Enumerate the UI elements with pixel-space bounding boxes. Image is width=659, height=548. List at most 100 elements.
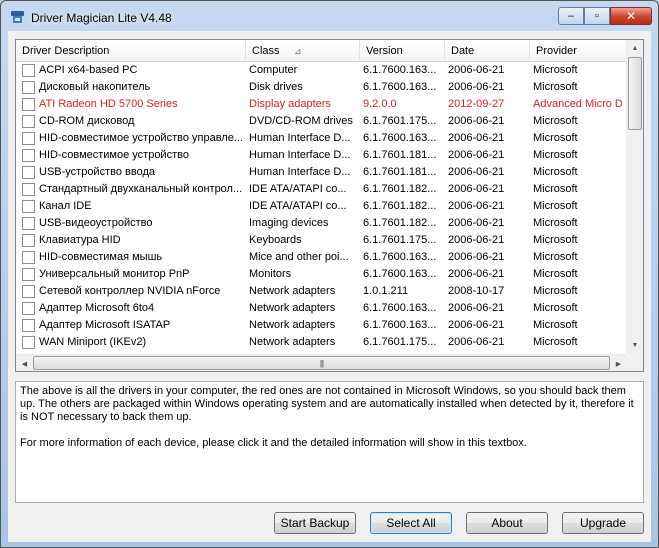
info-paragraph-2: For more information of each device, ple…	[20, 437, 527, 449]
list-rows: ACPI x64-based PC Computer 6.1.7600.163...…	[16, 62, 627, 351]
row-checkbox[interactable]	[22, 336, 35, 349]
row-checkbox[interactable]	[22, 251, 35, 264]
column-label: Date	[451, 45, 475, 57]
row-checkbox[interactable]	[22, 200, 35, 213]
cell-class: Network adapters	[249, 319, 336, 331]
scroll-left-icon[interactable]: ◀	[16, 355, 33, 371]
cell-date: 2006-06-21	[448, 200, 505, 212]
column-label: Version	[366, 45, 403, 57]
table-row[interactable]: Стандартный двухканальный контрол... IDE …	[16, 181, 627, 198]
cell-description: ACPI x64-based PC	[16, 62, 246, 79]
column-label: Provider	[536, 45, 577, 57]
row-checkbox[interactable]	[22, 149, 35, 162]
cell-class: Network adapters	[249, 285, 336, 297]
cell-class: IDE ATA/ATAPI co...	[249, 183, 347, 195]
column-label: Driver Description	[22, 45, 110, 57]
driver-description: Стандартный двухканальный контрол...	[39, 183, 243, 195]
table-row[interactable]: Сетевой контроллер NVIDIA nForce Network …	[16, 283, 627, 300]
cell-class: Human Interface D...	[249, 132, 351, 144]
driver-description: WAN Miniport (IKEv2)	[39, 336, 147, 348]
table-row[interactable]: Адаптер Microsoft 6to4 Network adapters 6.…	[16, 300, 627, 317]
horizontal-scrollbar[interactable]: ◀ ||| ▶	[16, 354, 627, 371]
scroll-down-icon[interactable]: ▼	[627, 337, 643, 354]
close-button[interactable]: ✕	[610, 7, 652, 25]
driver-description: Адаптер Microsoft 6to4	[39, 302, 155, 314]
cell-provider: Microsoft	[533, 217, 578, 229]
cell-date: 2006-06-21	[448, 336, 505, 348]
row-checkbox[interactable]	[22, 81, 35, 94]
cell-class: Keyboards	[249, 234, 302, 246]
scroll-up-icon[interactable]: ▲	[627, 40, 643, 57]
table-row[interactable]: ACPI x64-based PC Computer 6.1.7600.163...…	[16, 62, 627, 79]
cell-version: 6.1.7601.175...	[363, 115, 437, 127]
sort-arrow-icon: ⊿	[294, 46, 302, 56]
cell-class: Network adapters	[249, 336, 336, 348]
cell-description: Адаптер Microsoft 6to4	[16, 300, 246, 317]
start-backup-button[interactable]: Start Backup	[274, 512, 356, 534]
maximize-button[interactable]: ▫	[584, 7, 610, 25]
row-checkbox[interactable]	[22, 183, 35, 196]
cell-description: HID-совместимое устройство управле...	[16, 130, 246, 147]
column-date[interactable]: Date	[445, 40, 530, 62]
table-row[interactable]: Клавиатура HID Keyboards 6.1.7601.175... 20…	[16, 232, 627, 249]
column-driver-description[interactable]: Driver Description	[16, 40, 246, 62]
column-class[interactable]: Class ⊿	[246, 40, 360, 62]
select-all-button[interactable]: Select All	[370, 512, 452, 534]
row-checkbox[interactable]	[22, 302, 35, 315]
list-header: Driver Description Class ⊿ Version Date P…	[16, 40, 627, 62]
driver-description: Адаптер Microsoft ISATAP	[39, 319, 171, 331]
table-row[interactable]: Канал IDE IDE ATA/ATAPI co... 6.1.7601.182…	[16, 198, 627, 215]
row-checkbox[interactable]	[22, 285, 35, 298]
row-checkbox[interactable]	[22, 319, 35, 332]
row-checkbox[interactable]	[22, 115, 35, 128]
row-checkbox[interactable]	[22, 234, 35, 247]
table-row[interactable]: HID-совместимое устройство Human Interfac…	[16, 147, 627, 164]
table-row[interactable]: HID-совместимое устройство управле... Hum…	[16, 130, 627, 147]
cell-description: Адаптер Microsoft ISATAP	[16, 317, 246, 334]
row-checkbox[interactable]	[22, 98, 35, 111]
column-provider[interactable]: Provider	[530, 40, 627, 62]
row-checkbox[interactable]	[22, 268, 35, 281]
cell-description: Канал IDE	[16, 198, 246, 215]
row-checkbox[interactable]	[22, 132, 35, 145]
row-checkbox[interactable]	[22, 217, 35, 230]
about-button[interactable]: About	[466, 512, 548, 534]
table-row[interactable]: Адаптер Microsoft ISATAP Network adapters…	[16, 317, 627, 334]
scroll-right-icon[interactable]: ▶	[610, 355, 627, 371]
cell-provider: Microsoft	[533, 149, 578, 161]
upgrade-button[interactable]: Upgrade	[562, 512, 644, 534]
maximize-icon: ▫	[595, 10, 599, 22]
minimize-button[interactable]: –	[558, 7, 584, 25]
scrollbar-corner	[626, 354, 643, 371]
row-checkbox[interactable]	[22, 64, 35, 77]
row-checkbox[interactable]	[22, 166, 35, 179]
cell-description: Универсальный монитор PnP	[16, 266, 246, 283]
info-textbox[interactable]: The above is all the drivers in your com…	[15, 381, 644, 503]
table-row[interactable]: CD-ROM дисковод DVD/CD-ROM drives 6.1.7601…	[16, 113, 627, 130]
cell-class: Display adapters	[249, 98, 331, 110]
vertical-scrollbar[interactable]: ▲ ▼	[626, 40, 643, 354]
table-row[interactable]: USB-видеоустройство Imaging devices 6.1.76…	[16, 215, 627, 232]
column-version[interactable]: Version	[360, 40, 445, 62]
cell-description: ATI Radeon HD 5700 Series	[16, 96, 246, 113]
table-row[interactable]: HID-совместимая мышь Mice and other poi..…	[16, 249, 627, 266]
cell-date: 2006-06-21	[448, 302, 505, 314]
table-row[interactable]: ATI Radeon HD 5700 Series Display adapter…	[16, 96, 627, 113]
cell-provider: Microsoft	[533, 166, 578, 178]
driver-description: Дисковый накопитель	[39, 81, 151, 93]
table-row[interactable]: USB-устройство ввода Human Interface D...…	[16, 164, 627, 181]
driver-description: HID-совместимое устройство	[39, 149, 189, 161]
cell-provider: Microsoft	[533, 132, 578, 144]
table-row[interactable]: Дисковый накопитель Disk drives 6.1.7600.1…	[16, 79, 627, 96]
cell-provider: Microsoft	[533, 302, 578, 314]
cell-date: 2006-06-21	[448, 217, 505, 229]
table-row[interactable]: WAN Miniport (IKEv2) Network adapters 6.1.…	[16, 334, 627, 351]
cell-provider: Microsoft	[533, 64, 578, 76]
cell-version: 6.1.7601.182...	[363, 200, 437, 212]
vertical-scroll-thumb[interactable]	[628, 57, 642, 130]
cell-version: 6.1.7600.163...	[363, 268, 437, 280]
table-row[interactable]: Универсальный монитор PnP Monitors 6.1.760…	[16, 266, 627, 283]
title-bar[interactable]: Driver Magician Lite V4.48 – ▫ ✕	[1, 1, 658, 31]
horizontal-scroll-thumb[interactable]: |||	[33, 356, 610, 370]
driver-list[interactable]: Driver Description Class ⊿ Version Date P…	[15, 39, 644, 372]
